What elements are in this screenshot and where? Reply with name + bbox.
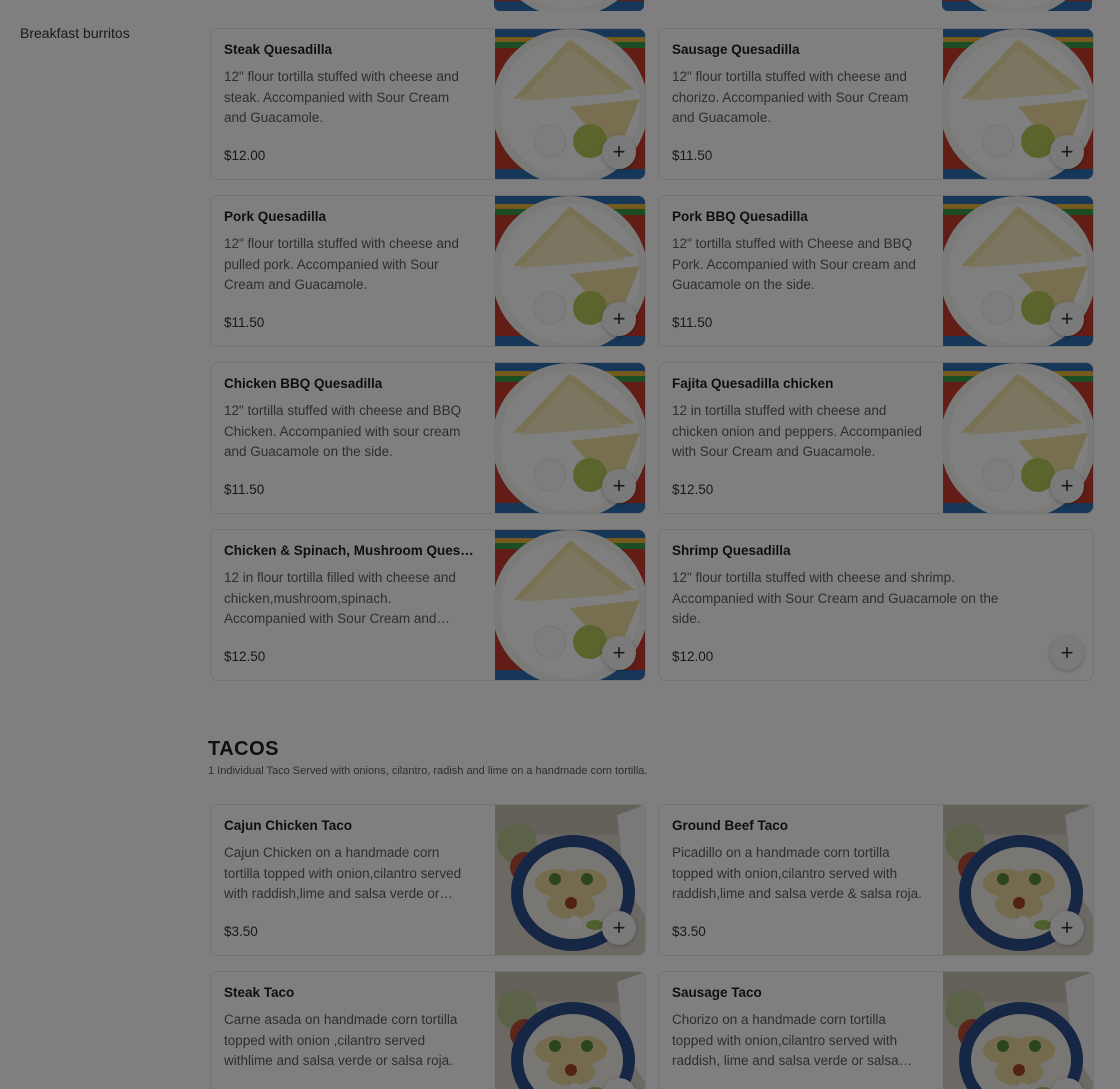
modal-backdrop-overlay[interactable]	[0, 0, 1120, 1089]
